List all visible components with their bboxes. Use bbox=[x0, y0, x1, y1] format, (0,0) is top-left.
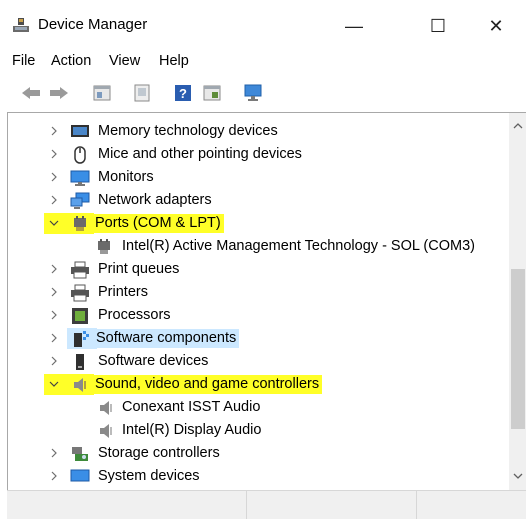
tree-item-label: Network adapters bbox=[98, 192, 212, 208]
port-icon bbox=[72, 215, 90, 233]
system-icon bbox=[70, 468, 90, 486]
device-tree-list: Memory technology devices Mice and other… bbox=[8, 113, 508, 491]
tree-item-label: Storage controllers bbox=[98, 445, 220, 461]
device-manager-window: Device Manager — ☐ ✕ File Action View He… bbox=[0, 0, 526, 519]
scroll-down-arrow-icon[interactable] bbox=[513, 469, 523, 479]
tree-item-ports[interactable]: Ports (COM & LPT) bbox=[8, 212, 508, 235]
status-panel bbox=[247, 491, 417, 519]
update-driver-icon[interactable] bbox=[131, 82, 153, 104]
tree-item-label: Intel(R) Active Management Technology - … bbox=[122, 238, 475, 254]
svg-text:?: ? bbox=[179, 86, 187, 101]
tree-item-memory-technology-devices[interactable]: Memory technology devices bbox=[8, 120, 508, 143]
menu-action[interactable]: Action bbox=[51, 53, 91, 69]
menu-bar: File Action View Help bbox=[0, 52, 526, 74]
tree-item-label: Ports (COM & LPT) bbox=[92, 214, 224, 233]
speaker-icon bbox=[72, 376, 90, 394]
tree-item-processors[interactable]: Processors bbox=[8, 304, 508, 327]
tree-item-intel-display-audio[interactable]: Intel(R) Display Audio bbox=[8, 419, 508, 442]
chevron-right-icon[interactable] bbox=[49, 471, 59, 481]
network-icon bbox=[70, 192, 90, 210]
software-component-icon bbox=[72, 330, 90, 348]
mouse-icon bbox=[72, 146, 90, 164]
vertical-scrollbar[interactable] bbox=[509, 113, 526, 491]
tree-item-sound-video-game[interactable]: Sound, video and game controllers bbox=[8, 373, 508, 396]
tree-item-label: System devices bbox=[98, 468, 200, 484]
close-button[interactable]: ✕ bbox=[476, 9, 516, 43]
help-icon[interactable]: ? bbox=[172, 82, 194, 104]
chevron-down-icon[interactable] bbox=[49, 379, 59, 389]
tree-item-label: Mice and other pointing devices bbox=[98, 146, 302, 162]
chevron-right-icon[interactable] bbox=[49, 448, 59, 458]
processor-icon bbox=[71, 307, 89, 325]
software-device-icon bbox=[72, 353, 90, 371]
chevron-right-icon[interactable] bbox=[49, 287, 59, 297]
chevron-right-icon[interactable] bbox=[49, 195, 59, 205]
tree-item-conexant-isst-audio[interactable]: Conexant ISST Audio bbox=[8, 396, 508, 419]
forward-icon[interactable] bbox=[48, 82, 70, 104]
tree-item-label: Software devices bbox=[98, 353, 209, 369]
tree-item-label: Monitors bbox=[98, 169, 154, 185]
tree-item-software-components[interactable]: Software components bbox=[8, 327, 508, 350]
scan-hardware-icon[interactable] bbox=[242, 82, 264, 104]
tree-item-print-queues[interactable]: Print queues bbox=[8, 258, 508, 281]
tree-item-label: Memory technology devices bbox=[98, 123, 278, 139]
menu-help[interactable]: Help bbox=[159, 53, 189, 69]
tree-item-label: Sound, video and game controllers bbox=[92, 375, 323, 394]
properties-icon[interactable] bbox=[91, 82, 113, 104]
tree-item-monitors[interactable]: Monitors bbox=[8, 166, 508, 189]
scrollbar-thumb[interactable] bbox=[511, 269, 525, 429]
tree-item-system-devices[interactable]: System devices bbox=[8, 465, 508, 488]
chevron-right-icon[interactable] bbox=[49, 356, 59, 366]
chevron-down-icon[interactable] bbox=[49, 218, 59, 228]
chevron-right-icon[interactable] bbox=[49, 126, 59, 136]
tree-item-label: Intel(R) Display Audio bbox=[122, 422, 262, 438]
tree-item-label: Processors bbox=[98, 307, 171, 323]
device-manager-icon bbox=[12, 17, 30, 33]
tree-item-label: Printers bbox=[98, 284, 148, 300]
window-title: Device Manager bbox=[38, 16, 148, 33]
tree-item-label: Conexant ISST Audio bbox=[122, 399, 261, 415]
memory-icon bbox=[70, 123, 89, 141]
chevron-right-icon[interactable] bbox=[49, 264, 59, 274]
chevron-right-icon[interactable] bbox=[49, 149, 59, 159]
tree-item-storage-controllers[interactable]: Storage controllers bbox=[8, 442, 508, 465]
monitor-icon bbox=[70, 169, 90, 187]
printer-icon bbox=[70, 261, 89, 279]
tree-item-mice[interactable]: Mice and other pointing devices bbox=[8, 143, 508, 166]
tree-item-printers[interactable]: Printers bbox=[8, 281, 508, 304]
minimize-button[interactable]: — bbox=[334, 9, 374, 43]
menu-file[interactable]: File bbox=[12, 53, 35, 69]
toolbar: ? bbox=[0, 78, 526, 108]
storage-icon bbox=[70, 445, 88, 463]
device-tree[interactable]: Memory technology devices Mice and other… bbox=[7, 112, 526, 491]
tree-item-label: Software components bbox=[93, 329, 240, 348]
scroll-up-arrow-icon[interactable] bbox=[513, 119, 523, 129]
speaker-icon bbox=[98, 422, 116, 440]
port-icon bbox=[96, 238, 114, 256]
tree-item-label: Print queues bbox=[98, 261, 180, 277]
chevron-right-icon[interactable] bbox=[49, 333, 59, 343]
chevron-right-icon[interactable] bbox=[49, 172, 59, 182]
tree-item-software-devices[interactable]: Software devices bbox=[8, 350, 508, 373]
chevron-right-icon[interactable] bbox=[49, 310, 59, 320]
status-panel bbox=[7, 491, 247, 519]
tree-item-network-adapters[interactable]: Network adapters bbox=[8, 189, 508, 212]
printer-icon bbox=[70, 284, 89, 302]
view-icon[interactable] bbox=[201, 82, 223, 104]
maximize-button[interactable]: ☐ bbox=[418, 9, 458, 43]
speaker-icon bbox=[98, 399, 116, 417]
status-bar bbox=[7, 490, 526, 519]
menu-view[interactable]: View bbox=[109, 53, 140, 69]
title-bar[interactable]: Device Manager — ☐ ✕ bbox=[0, 0, 526, 48]
back-icon[interactable] bbox=[20, 82, 42, 104]
tree-item-intel-amt-sol[interactable]: Intel(R) Active Management Technology - … bbox=[8, 235, 508, 258]
